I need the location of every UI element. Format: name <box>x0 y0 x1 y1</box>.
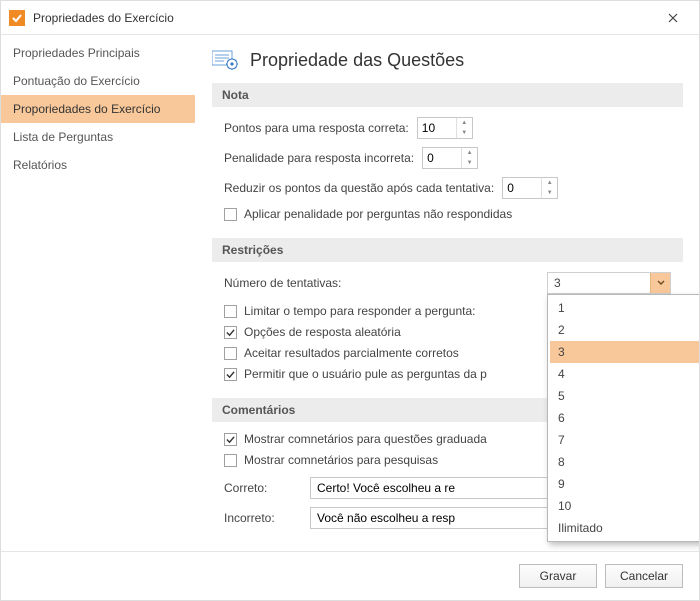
apply-penalty-checkbox[interactable] <box>224 208 237 221</box>
close-button[interactable] <box>653 1 693 34</box>
incorrect-label: Incorreto: <box>224 511 302 525</box>
show-graded-label: Mostrar comnetários para questões gradua… <box>244 432 487 446</box>
close-icon <box>668 13 678 23</box>
reduce-input[interactable] <box>503 181 541 195</box>
show-survey-checkbox[interactable] <box>224 454 237 467</box>
sidebar: Propriedades Principais Pontuação do Exe… <box>1 35 196 551</box>
penalty-spinbox[interactable]: ▲ ▼ <box>422 147 478 169</box>
penalty-spin-up[interactable]: ▲ <box>462 148 477 158</box>
partial-checkbox[interactable] <box>224 347 237 360</box>
section-header-nota: Nota <box>212 83 683 107</box>
reduce-spin-down[interactable]: ▼ <box>542 188 557 198</box>
sidebar-item-scoring[interactable]: Pontuação do Exercício <box>1 67 195 95</box>
reduce-label: Reduzir os pontos da questão após cada t… <box>224 181 494 195</box>
check-icon <box>226 370 235 379</box>
correct-input[interactable] <box>310 477 580 499</box>
page-header: Propriedade das Questões <box>212 45 683 83</box>
reduce-spin-up[interactable]: ▲ <box>542 178 557 188</box>
points-spinbox[interactable]: ▲ ▼ <box>417 117 473 139</box>
question-props-icon <box>212 49 240 71</box>
penalty-spin-down[interactable]: ▼ <box>462 158 477 168</box>
apply-penalty-checkbox-row[interactable]: Aplicar penalidade por perguntas não res… <box>224 207 671 221</box>
attempts-option-1[interactable]: 1 <box>550 297 699 319</box>
attempts-option-5[interactable]: 5 <box>550 385 699 407</box>
reduce-spinbox[interactable]: ▲ ▼ <box>502 177 558 199</box>
chevron-down-icon <box>657 280 665 286</box>
attempts-option-unlimited[interactable]: Ilimitado <box>550 517 699 539</box>
correct-label: Correto: <box>224 481 302 495</box>
attempts-option-2[interactable]: 2 <box>550 319 699 341</box>
check-icon <box>226 435 235 444</box>
points-spin-up[interactable]: ▲ <box>457 118 472 128</box>
sidebar-item-exercise-props[interactable]: Proporiedades do Exercício <box>1 95 195 123</box>
skip-label: Permitir que o usuário pule as perguntas… <box>244 367 487 381</box>
attempts-value: 3 <box>548 273 650 293</box>
section-header-restricoes: Restrições <box>212 238 683 262</box>
attempts-option-9[interactable]: 9 <box>550 473 699 495</box>
skip-checkbox[interactable] <box>224 368 237 381</box>
attempts-option-4[interactable]: 4 <box>550 363 699 385</box>
section-body-nota: Pontos para uma resposta correta: ▲ ▼ Pe… <box>212 107 683 238</box>
partial-label: Aceitar resultados parcialmente corretos <box>244 346 459 360</box>
section-body-restricoes: Número de tentativas: 3 1 <box>212 262 683 398</box>
attempts-option-8[interactable]: 8 <box>550 451 699 473</box>
dialog-footer: Gravar Cancelar <box>1 551 699 600</box>
limit-time-checkbox[interactable] <box>224 305 237 318</box>
page-title: Propriedade das Questões <box>250 50 464 71</box>
sidebar-item-main-props[interactable]: Propriedades Principais <box>1 39 195 67</box>
show-survey-label: Mostrar comnetários para pesquisas <box>244 453 438 467</box>
attempts-dropdown[interactable]: 3 <box>547 272 671 294</box>
limit-time-label: Limitar o tempo para responder a pergunt… <box>244 304 475 318</box>
titlebar: Propriedades do Exercício <box>1 1 699 35</box>
attempts-option-3[interactable]: 3 <box>550 341 699 363</box>
random-label: Opções de resposta aleatória <box>244 325 401 339</box>
incorrect-input[interactable] <box>310 507 580 529</box>
check-icon <box>226 328 235 337</box>
apply-penalty-label: Aplicar penalidade por perguntas não res… <box>244 207 512 221</box>
attempts-label: Número de tentativas: <box>224 276 341 290</box>
attempts-option-10[interactable]: 10 <box>550 495 699 517</box>
penalty-label: Penalidade para resposta incorreta: <box>224 151 414 165</box>
points-input[interactable] <box>418 121 456 135</box>
window-title: Propriedades do Exercício <box>33 11 653 25</box>
points-spin-down[interactable]: ▼ <box>457 128 472 138</box>
cancel-button[interactable]: Cancelar <box>605 564 683 588</box>
sidebar-item-question-list[interactable]: Lista de Perguntas <box>1 123 195 151</box>
penalty-input[interactable] <box>423 151 461 165</box>
content-pane[interactable]: Propriedade das Questões Nota Pontos par… <box>196 35 699 551</box>
dialog-body: Propriedades Principais Pontuação do Exe… <box>1 35 699 551</box>
attempts-option-6[interactable]: 6 <box>550 407 699 429</box>
points-label: Pontos para uma resposta correta: <box>224 121 409 135</box>
save-button[interactable]: Gravar <box>519 564 597 588</box>
show-graded-checkbox[interactable] <box>224 433 237 446</box>
attempts-dropdown-button[interactable] <box>650 273 670 293</box>
dialog-window: Propriedades do Exercício Propriedades P… <box>0 0 700 601</box>
app-icon <box>9 10 25 26</box>
random-checkbox[interactable] <box>224 326 237 339</box>
attempts-option-7[interactable]: 7 <box>550 429 699 451</box>
attempts-dropdown-menu: 1 2 3 4 5 6 7 8 9 10 Ilimitado <box>547 294 699 542</box>
sidebar-item-reports[interactable]: Relatórios <box>1 151 195 179</box>
